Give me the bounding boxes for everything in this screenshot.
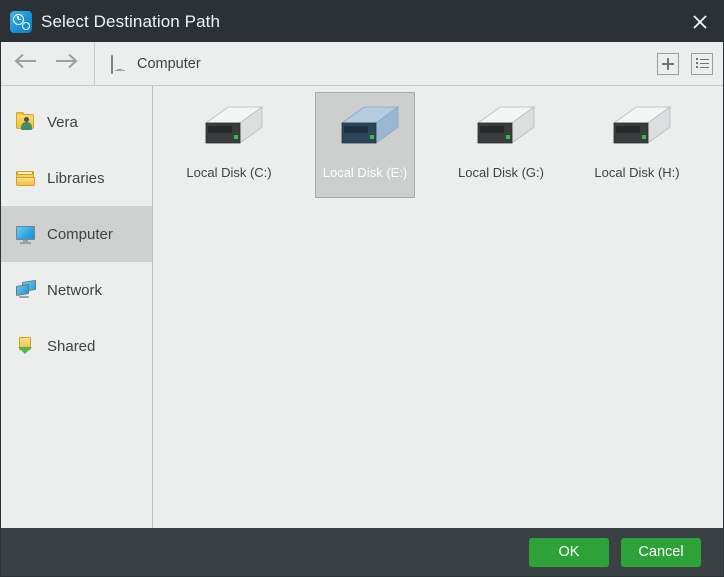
sidebar-item-label: Libraries xyxy=(47,169,105,187)
arrow-left-icon xyxy=(13,52,39,75)
dialog-body: Vera Libraries Computer Network Shared L… xyxy=(1,86,723,528)
places-sidebar: Vera Libraries Computer Network Shared xyxy=(1,86,153,528)
drive-item[interactable]: Local Disk (G:) xyxy=(451,92,551,198)
network-icon xyxy=(15,279,37,300)
drive-item[interactable]: Local Disk (C:) xyxy=(179,92,279,198)
clock-gear-icon xyxy=(10,10,32,33)
toolbar-divider xyxy=(94,42,95,85)
navigation-toolbar: Computer xyxy=(1,42,723,86)
drive-label: Local Disk (C:) xyxy=(186,165,272,180)
view-mode-button[interactable] xyxy=(691,52,713,75)
back-button[interactable] xyxy=(6,42,46,85)
drive-label: Local Disk (G:) xyxy=(458,165,544,180)
drive-label: Local Disk (E:) xyxy=(322,165,408,180)
drive-item[interactable]: Local Disk (H:) xyxy=(587,92,687,198)
sidebar-item-label: Network xyxy=(47,281,103,299)
cancel-button[interactable]: Cancel xyxy=(621,537,701,567)
list-view-icon xyxy=(695,58,709,70)
libraries-folder-icon xyxy=(15,168,37,188)
hard-drive-icon xyxy=(330,101,400,153)
select-destination-path-dialog: Select Destination Path Computer Vera Li… xyxy=(0,0,724,577)
breadcrumb-label: Computer xyxy=(137,55,201,72)
user-folder-icon xyxy=(15,112,37,132)
plus-icon xyxy=(658,54,678,74)
drive-label: Local Disk (H:) xyxy=(594,165,680,180)
drive-item[interactable]: Local Disk (E:) xyxy=(315,92,415,198)
sidebar-item-network[interactable]: Network xyxy=(1,262,152,318)
sidebar-item-vera[interactable]: Vera xyxy=(1,94,152,150)
breadcrumb[interactable]: Computer xyxy=(98,55,201,74)
sidebar-item-computer[interactable]: Computer xyxy=(1,206,152,262)
dialog-footer: OK Cancel xyxy=(1,528,723,576)
hard-drive-icon xyxy=(194,101,264,153)
sidebar-item-libraries[interactable]: Libraries xyxy=(1,150,152,206)
title-bar: Select Destination Path xyxy=(1,1,723,42)
computer-monitor-icon xyxy=(111,55,128,74)
toolbar-actions xyxy=(657,42,713,85)
sidebar-item-shared[interactable]: Shared xyxy=(1,318,152,374)
ok-button[interactable]: OK xyxy=(529,537,609,567)
drive-list: Local Disk (C:) Local Disk (E:) Local Di… xyxy=(153,86,723,528)
sidebar-item-label: Shared xyxy=(47,337,96,355)
close-icon[interactable] xyxy=(677,1,723,42)
window-title: Select Destination Path xyxy=(41,11,221,31)
new-folder-button[interactable] xyxy=(657,52,679,75)
sidebar-item-label: Computer xyxy=(47,225,113,243)
sidebar-item-label: Vera xyxy=(47,113,78,131)
shared-folder-icon xyxy=(15,336,37,356)
forward-button[interactable] xyxy=(46,42,86,85)
hard-drive-icon xyxy=(602,101,672,153)
hard-drive-icon xyxy=(466,101,536,153)
arrow-right-icon xyxy=(53,52,79,75)
computer-monitor-icon xyxy=(15,224,37,244)
